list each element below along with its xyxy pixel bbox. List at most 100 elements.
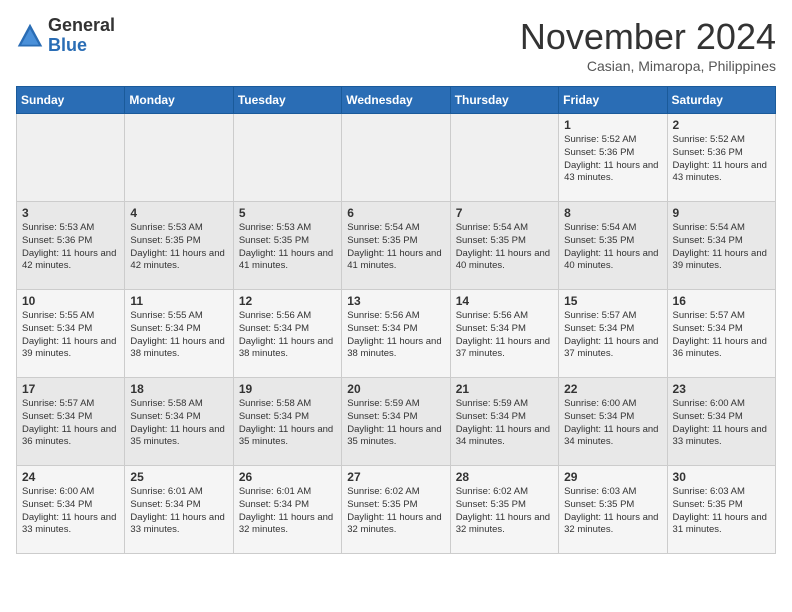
day-number: 27 [347,470,444,484]
day-number: 15 [564,294,661,308]
cell-info: Sunrise: 5:52 AMSunset: 5:36 PMDaylight:… [564,134,658,183]
calendar-cell: 22 Sunrise: 6:00 AMSunset: 5:34 PMDaylig… [559,378,667,466]
calendar-cell: 26 Sunrise: 6:01 AMSunset: 5:34 PMDaylig… [233,466,341,554]
cell-info: Sunrise: 5:52 AMSunset: 5:36 PMDaylight:… [673,134,767,183]
calendar-cell: 9 Sunrise: 5:54 AMSunset: 5:34 PMDayligh… [667,202,775,290]
day-number: 12 [239,294,336,308]
day-number: 29 [564,470,661,484]
calendar-week-1: 1 Sunrise: 5:52 AMSunset: 5:36 PMDayligh… [17,114,776,202]
calendar-cell [17,114,125,202]
cell-info: Sunrise: 5:54 AMSunset: 5:35 PMDaylight:… [456,222,550,271]
cell-info: Sunrise: 5:58 AMSunset: 5:34 PMDaylight:… [130,398,224,447]
calendar-cell: 19 Sunrise: 5:58 AMSunset: 5:34 PMDaylig… [233,378,341,466]
calendar-cell: 3 Sunrise: 5:53 AMSunset: 5:36 PMDayligh… [17,202,125,290]
day-number: 1 [564,118,661,132]
cell-info: Sunrise: 5:53 AMSunset: 5:35 PMDaylight:… [130,222,224,271]
calendar-cell: 16 Sunrise: 5:57 AMSunset: 5:34 PMDaylig… [667,290,775,378]
cell-info: Sunrise: 6:00 AMSunset: 5:34 PMDaylight:… [22,486,116,535]
weekday-header-wednesday: Wednesday [342,87,450,114]
calendar-week-4: 17 Sunrise: 5:57 AMSunset: 5:34 PMDaylig… [17,378,776,466]
cell-info: Sunrise: 5:59 AMSunset: 5:34 PMDaylight:… [347,398,441,447]
cell-info: Sunrise: 5:54 AMSunset: 5:35 PMDaylight:… [347,222,441,271]
calendar-cell: 18 Sunrise: 5:58 AMSunset: 5:34 PMDaylig… [125,378,233,466]
calendar-cell [450,114,558,202]
weekday-header-thursday: Thursday [450,87,558,114]
calendar-body: 1 Sunrise: 5:52 AMSunset: 5:36 PMDayligh… [17,114,776,554]
day-number: 6 [347,206,444,220]
day-number: 7 [456,206,553,220]
cell-info: Sunrise: 5:59 AMSunset: 5:34 PMDaylight:… [456,398,550,447]
day-number: 8 [564,206,661,220]
calendar-cell: 6 Sunrise: 5:54 AMSunset: 5:35 PMDayligh… [342,202,450,290]
calendar-cell [125,114,233,202]
day-number: 23 [673,382,770,396]
calendar-header: SundayMondayTuesdayWednesdayThursdayFrid… [17,87,776,114]
cell-info: Sunrise: 5:56 AMSunset: 5:34 PMDaylight:… [239,310,333,359]
cell-info: Sunrise: 5:54 AMSunset: 5:34 PMDaylight:… [673,222,767,271]
calendar-cell: 28 Sunrise: 6:02 AMSunset: 5:35 PMDaylig… [450,466,558,554]
calendar-week-5: 24 Sunrise: 6:00 AMSunset: 5:34 PMDaylig… [17,466,776,554]
calendar-cell: 11 Sunrise: 5:55 AMSunset: 5:34 PMDaylig… [125,290,233,378]
day-number: 9 [673,206,770,220]
calendar-cell: 2 Sunrise: 5:52 AMSunset: 5:36 PMDayligh… [667,114,775,202]
cell-info: Sunrise: 5:56 AMSunset: 5:34 PMDaylight:… [347,310,441,359]
calendar-cell: 10 Sunrise: 5:55 AMSunset: 5:34 PMDaylig… [17,290,125,378]
day-number: 3 [22,206,119,220]
calendar-cell: 1 Sunrise: 5:52 AMSunset: 5:36 PMDayligh… [559,114,667,202]
logo: General Blue [16,16,115,56]
day-number: 13 [347,294,444,308]
calendar-cell: 14 Sunrise: 5:56 AMSunset: 5:34 PMDaylig… [450,290,558,378]
day-number: 22 [564,382,661,396]
weekday-header-friday: Friday [559,87,667,114]
calendar-table: SundayMondayTuesdayWednesdayThursdayFrid… [16,86,776,554]
day-number: 5 [239,206,336,220]
logo-text: General Blue [48,16,115,56]
calendar-cell: 17 Sunrise: 5:57 AMSunset: 5:34 PMDaylig… [17,378,125,466]
weekday-header-sunday: Sunday [17,87,125,114]
weekday-row: SundayMondayTuesdayWednesdayThursdayFrid… [17,87,776,114]
cell-info: Sunrise: 6:02 AMSunset: 5:35 PMDaylight:… [347,486,441,535]
calendar-week-2: 3 Sunrise: 5:53 AMSunset: 5:36 PMDayligh… [17,202,776,290]
calendar-cell [342,114,450,202]
day-number: 18 [130,382,227,396]
day-number: 10 [22,294,119,308]
cell-info: Sunrise: 5:55 AMSunset: 5:34 PMDaylight:… [22,310,116,359]
title-block: November 2024 Casian, Mimaropa, Philippi… [520,16,776,74]
day-number: 2 [673,118,770,132]
cell-info: Sunrise: 5:55 AMSunset: 5:34 PMDaylight:… [130,310,224,359]
logo-blue-text: Blue [48,36,115,56]
day-number: 25 [130,470,227,484]
cell-info: Sunrise: 6:01 AMSunset: 5:34 PMDaylight:… [239,486,333,535]
page-header: General Blue November 2024 Casian, Mimar… [16,16,776,74]
calendar-cell: 23 Sunrise: 6:00 AMSunset: 5:34 PMDaylig… [667,378,775,466]
cell-info: Sunrise: 5:57 AMSunset: 5:34 PMDaylight:… [564,310,658,359]
cell-info: Sunrise: 5:53 AMSunset: 5:36 PMDaylight:… [22,222,116,271]
calendar-cell: 30 Sunrise: 6:03 AMSunset: 5:35 PMDaylig… [667,466,775,554]
day-number: 4 [130,206,227,220]
day-number: 20 [347,382,444,396]
day-number: 24 [22,470,119,484]
calendar-cell: 4 Sunrise: 5:53 AMSunset: 5:35 PMDayligh… [125,202,233,290]
month-title: November 2024 [520,16,776,58]
logo-general-text: General [48,16,115,36]
calendar-cell: 5 Sunrise: 5:53 AMSunset: 5:35 PMDayligh… [233,202,341,290]
weekday-header-saturday: Saturday [667,87,775,114]
calendar-cell [233,114,341,202]
calendar-cell: 21 Sunrise: 5:59 AMSunset: 5:34 PMDaylig… [450,378,558,466]
calendar-cell: 15 Sunrise: 5:57 AMSunset: 5:34 PMDaylig… [559,290,667,378]
cell-info: Sunrise: 6:01 AMSunset: 5:34 PMDaylight:… [130,486,224,535]
calendar-cell: 29 Sunrise: 6:03 AMSunset: 5:35 PMDaylig… [559,466,667,554]
cell-info: Sunrise: 6:02 AMSunset: 5:35 PMDaylight:… [456,486,550,535]
cell-info: Sunrise: 6:03 AMSunset: 5:35 PMDaylight:… [564,486,658,535]
cell-info: Sunrise: 6:03 AMSunset: 5:35 PMDaylight:… [673,486,767,535]
calendar-cell: 20 Sunrise: 5:59 AMSunset: 5:34 PMDaylig… [342,378,450,466]
cell-info: Sunrise: 5:54 AMSunset: 5:35 PMDaylight:… [564,222,658,271]
calendar-week-3: 10 Sunrise: 5:55 AMSunset: 5:34 PMDaylig… [17,290,776,378]
cell-info: Sunrise: 5:57 AMSunset: 5:34 PMDaylight:… [22,398,116,447]
day-number: 17 [22,382,119,396]
calendar-cell: 27 Sunrise: 6:02 AMSunset: 5:35 PMDaylig… [342,466,450,554]
calendar-cell: 13 Sunrise: 5:56 AMSunset: 5:34 PMDaylig… [342,290,450,378]
cell-info: Sunrise: 6:00 AMSunset: 5:34 PMDaylight:… [564,398,658,447]
cell-info: Sunrise: 5:58 AMSunset: 5:34 PMDaylight:… [239,398,333,447]
cell-info: Sunrise: 6:00 AMSunset: 5:34 PMDaylight:… [673,398,767,447]
